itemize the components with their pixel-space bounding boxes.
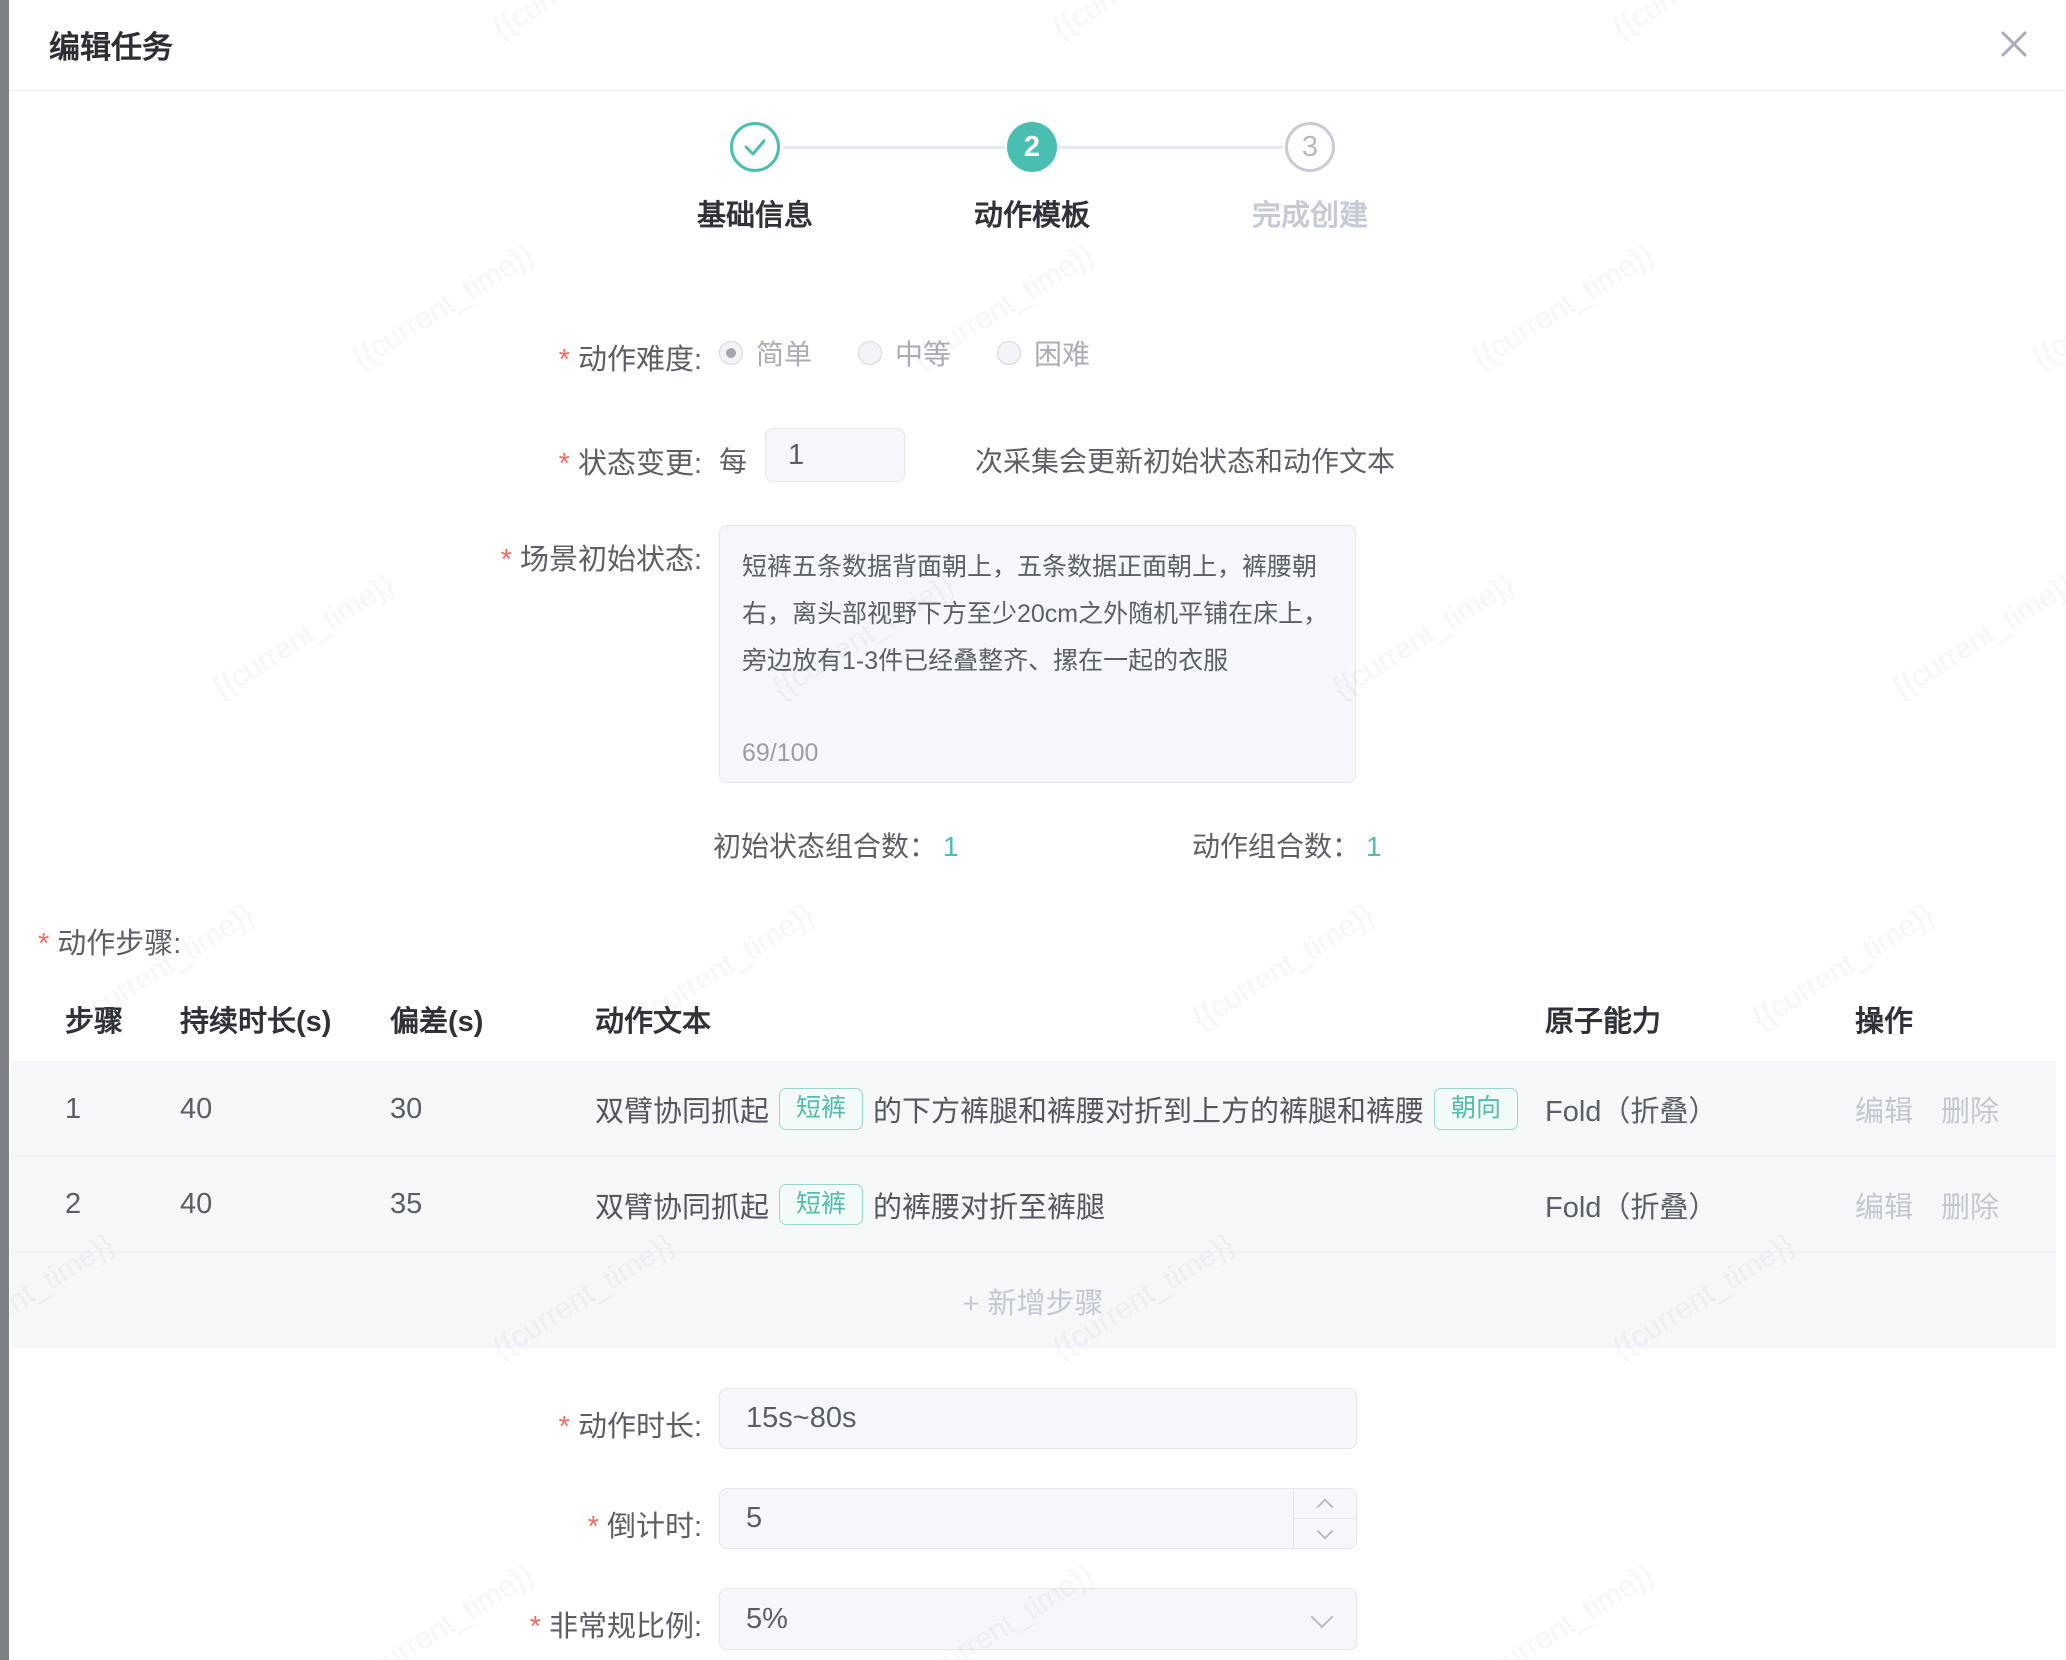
required-asterisk: * xyxy=(38,928,49,960)
initial-state-textarea[interactable]: 短裤五条数据背面朝上，五条数据正面朝上，裤腰朝右，离头部视野下方至少20cm之外… xyxy=(719,525,1356,783)
action-combo-value: 1 xyxy=(1366,831,1382,862)
step-3-label: 完成创建 xyxy=(1150,192,1470,234)
step-connector xyxy=(1059,146,1283,149)
difficulty-radio-group: 简单 中等 困难 xyxy=(719,333,1136,373)
cell-step: 1 xyxy=(65,1093,180,1126)
required-asterisk: * xyxy=(501,544,512,576)
radio-easy-label: 简单 xyxy=(756,333,812,373)
state-change-label: *状态变更: xyxy=(0,440,702,482)
cell-actions: 编辑 删除 xyxy=(1855,1088,2056,1130)
char-counter: 69/100 xyxy=(742,739,818,768)
state-change-input[interactable]: 1 xyxy=(765,428,905,482)
object-tag: 短裤 xyxy=(779,1184,863,1226)
duration-input[interactable]: 15s~80s xyxy=(719,1388,1357,1449)
required-asterisk: * xyxy=(559,344,570,376)
action-steps-table: 步骤 持续时长(s) 偏差(s) 动作文本 原子能力 操作 1 40 30 双臂… xyxy=(10,976,2056,1348)
cell-action-text: 双臂协同抓起 短裤 的下方裤腿和裤腰对折到上方的裤腿和裤腰 朝向 xyxy=(595,1088,1545,1130)
edit-task-dialog: 编辑任务 2 3 基础信息 动作模板 完成创建 *动作难度: xyxy=(0,0,2066,1660)
chevron-down-icon xyxy=(1311,1606,1334,1629)
chevron-down-icon xyxy=(1317,1522,1334,1539)
add-step-button[interactable]: + 新增步骤 xyxy=(10,1253,2056,1348)
chevron-up-icon xyxy=(1317,1498,1334,1515)
initial-combo-value: 1 xyxy=(943,831,959,862)
col-header-text: 动作文本 xyxy=(595,998,1545,1040)
orientation-tag: 朝向 xyxy=(1434,1088,1518,1130)
unusual-ratio-label: *非常规比例: xyxy=(0,1603,702,1645)
radio-hard[interactable]: 困难 xyxy=(997,333,1090,373)
col-header-duration: 持续时长(s) xyxy=(180,998,390,1040)
cell-duration: 40 xyxy=(180,1188,390,1221)
cell-offset: 30 xyxy=(390,1093,595,1126)
col-header-step: 步骤 xyxy=(65,998,180,1040)
unusual-ratio-value: 5% xyxy=(746,1603,788,1635)
table-row: 2 40 35 双臂协同抓起 短裤 的裤腰对折至裤腿 Fold（折叠） 编辑 删… xyxy=(10,1157,2056,1253)
edit-link[interactable]: 编辑 xyxy=(1855,1088,1913,1130)
close-icon xyxy=(1996,26,2032,62)
step-3-number: 3 xyxy=(1302,131,1318,164)
col-header-ability: 原子能力 xyxy=(1545,998,1855,1040)
col-header-offset: 偏差(s) xyxy=(390,998,595,1040)
state-change-prefix: 每 xyxy=(719,440,747,480)
table-row: 1 40 30 双臂协同抓起 短裤 的下方裤腿和裤腰对折到上方的裤腿和裤腰 朝向… xyxy=(10,1062,2056,1157)
step-1-indicator xyxy=(730,122,780,172)
unusual-ratio-select[interactable]: 5% xyxy=(719,1588,1357,1650)
delete-link[interactable]: 删除 xyxy=(1941,1088,1999,1130)
number-spinner xyxy=(1293,1489,1356,1548)
step-2-number: 2 xyxy=(1024,131,1040,164)
step-2-label: 动作模板 xyxy=(872,192,1192,234)
countdown-value: 5 xyxy=(746,1502,762,1534)
radio-medium[interactable]: 中等 xyxy=(858,333,951,373)
cell-action-text: 双臂协同抓起 短裤 的裤腰对折至裤腿 xyxy=(595,1184,1545,1226)
initial-state-label: *场景初始状态: xyxy=(0,536,702,578)
delete-link[interactable]: 删除 xyxy=(1941,1184,1999,1226)
step-2-indicator: 2 xyxy=(1007,122,1057,172)
state-change-suffix: 次采集会更新初始状态和动作文本 xyxy=(975,440,1395,480)
step-1-label: 基础信息 xyxy=(595,192,915,234)
dialog-title: 编辑任务 xyxy=(49,22,173,67)
cell-step: 2 xyxy=(65,1188,180,1221)
radio-circle xyxy=(719,341,743,365)
edit-link[interactable]: 编辑 xyxy=(1855,1184,1913,1226)
difficulty-label: *动作难度: xyxy=(0,336,702,378)
required-asterisk: * xyxy=(559,448,570,480)
cell-ability: Fold（折叠） xyxy=(1545,1184,1855,1226)
cell-actions: 编辑 删除 xyxy=(1855,1184,2056,1226)
cell-offset: 35 xyxy=(390,1188,595,1221)
radio-medium-label: 中等 xyxy=(895,333,951,373)
object-tag: 短裤 xyxy=(779,1088,863,1130)
duration-label: *动作时长: xyxy=(0,1403,702,1445)
required-asterisk: * xyxy=(530,1611,541,1643)
increase-button[interactable] xyxy=(1294,1489,1356,1519)
action-combo-count: 动作组合数：1 xyxy=(1192,825,1382,865)
step-connector xyxy=(783,146,1005,149)
table-header-row: 步骤 持续时长(s) 偏差(s) 动作文本 原子能力 操作 xyxy=(10,976,2056,1062)
radio-circle xyxy=(997,341,1021,365)
cell-duration: 40 xyxy=(180,1093,390,1126)
step-3-indicator: 3 xyxy=(1285,122,1335,172)
close-button[interactable] xyxy=(1990,20,2038,68)
dialog-header: 编辑任务 xyxy=(9,0,2066,91)
check-icon xyxy=(742,134,768,160)
cell-ability: Fold（折叠） xyxy=(1545,1088,1855,1130)
required-asterisk: * xyxy=(559,1411,570,1443)
required-asterisk: * xyxy=(588,1511,599,1543)
radio-circle xyxy=(858,341,882,365)
initial-combo-count: 初始状态组合数：1 xyxy=(713,825,959,865)
countdown-input[interactable]: 5 xyxy=(719,1488,1357,1549)
countdown-label: *倒计时: xyxy=(0,1503,702,1545)
decrease-button[interactable] xyxy=(1294,1519,1356,1548)
radio-hard-label: 困难 xyxy=(1034,333,1090,373)
radio-easy[interactable]: 简单 xyxy=(719,333,812,373)
action-steps-section-label: *动作步骤: xyxy=(38,920,181,962)
initial-state-text: 短裤五条数据背面朝上，五条数据正面朝上，裤腰朝右，离头部视野下方至少20cm之外… xyxy=(742,544,1333,685)
col-header-actions: 操作 xyxy=(1855,998,2056,1040)
